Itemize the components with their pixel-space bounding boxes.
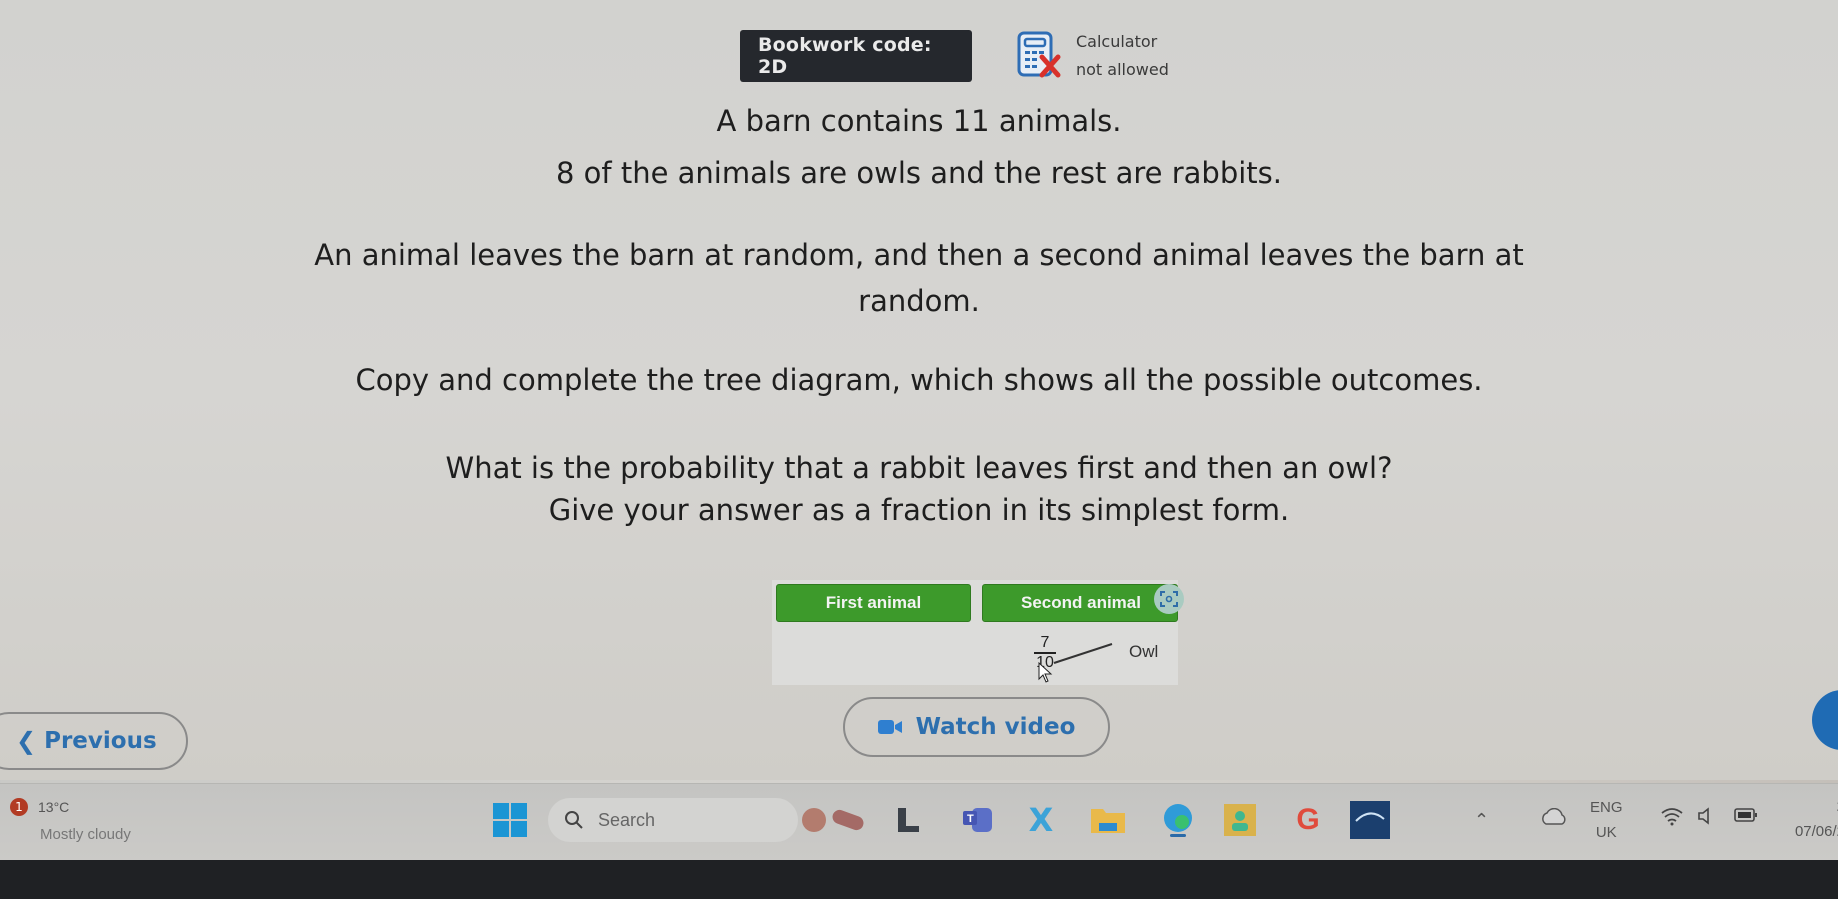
language-region: UK (1595, 824, 1617, 841)
question-line-4: random. (858, 284, 980, 318)
previous-button[interactable]: ❮ Previous (0, 712, 188, 770)
taskbar-search[interactable]: Search (548, 798, 798, 842)
tree-diagram: First animal Second animal 7 10 Owl (772, 580, 1184, 685)
calculator-status-text: not allowed (1076, 60, 1169, 79)
laptop-bezel (0, 860, 1838, 899)
language-code: ENG (1590, 799, 1623, 816)
contacts-app-icon[interactable] (1222, 802, 1258, 838)
question-line-5: Copy and complete the tree diagram, whic… (355, 363, 1483, 397)
windows-start-icon[interactable] (493, 803, 527, 837)
clock-time: 2 (1785, 794, 1838, 819)
video-camera-icon (877, 719, 904, 735)
edge-icon[interactable] (1160, 802, 1196, 838)
search-placeholder: Search (598, 809, 656, 830)
weather-alert-badge: 1 (10, 798, 28, 816)
calculator-status: Calculator not allowed (1016, 28, 1169, 84)
question-line-6: What is the probability that a rabbit le… (445, 451, 1393, 485)
watch-video-button[interactable]: Watch video (843, 697, 1110, 757)
question-header: Bookwork code: 2D Calculator not allowed (740, 28, 1169, 84)
disney-plus-icon[interactable] (1350, 801, 1390, 839)
next-button[interactable] (1812, 690, 1838, 750)
teams-icon[interactable]: T (960, 802, 996, 838)
widget-app-icon[interactable] (798, 802, 868, 838)
mouse-cursor-icon (1038, 662, 1053, 683)
chevron-left-icon: ❮ (16, 727, 37, 755)
question-line-3: An animal leaves the barn at random, and… (314, 238, 1524, 272)
calculator-label: Calculator (1076, 32, 1158, 51)
taskbar: 1 13°C Mostly cloudy Search T X G ⌃ ENG … (0, 783, 1838, 860)
branch-line (1053, 643, 1113, 664)
weather-temperature[interactable]: 13°C (38, 799, 69, 815)
file-explorer-icon[interactable] (1090, 802, 1126, 838)
calculator-crossed-icon (1016, 31, 1062, 81)
clock-date: 07/06/2 (1794, 823, 1838, 840)
question-line-2: 8 of the animals are owls and the rest a… (555, 156, 1283, 190)
x-app-icon[interactable]: X (1023, 801, 1059, 839)
weather-condition[interactable]: Mostly cloudy (40, 826, 131, 843)
svg-text:T: T (967, 813, 974, 825)
fraction-numerator: 7 (1034, 634, 1056, 654)
previous-label: Previous (44, 728, 157, 754)
l-app-icon[interactable] (890, 802, 926, 838)
question-line-7: Give your answer as a fraction in its si… (548, 493, 1290, 527)
google-icon[interactable]: G (1290, 802, 1326, 838)
bookwork-code-badge: Bookwork code: 2D (740, 30, 972, 82)
outcome-label-owl: Owl (1129, 642, 1159, 661)
screen: Bookwork code: 2D Calculator not allowed (0, 0, 1838, 780)
search-icon (565, 811, 583, 829)
question-line-1: A barn contains 11 animals. (716, 104, 1122, 138)
watch-video-label: Watch video (915, 714, 1076, 740)
